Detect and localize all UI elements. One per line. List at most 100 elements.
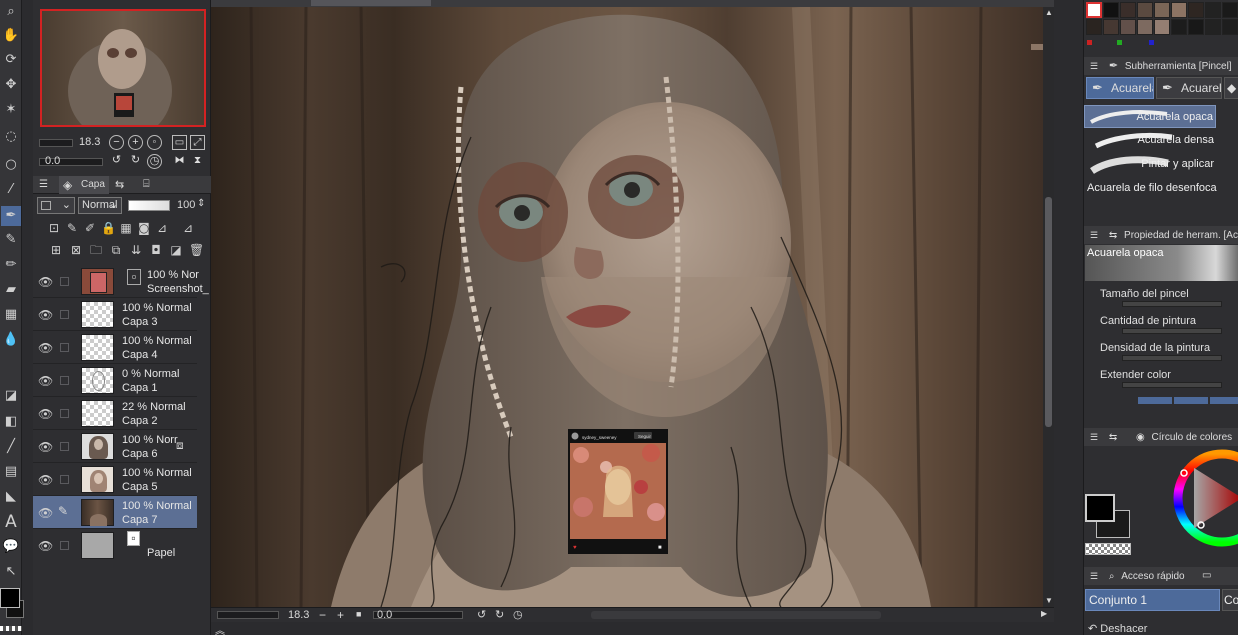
- hand-tool-icon[interactable]: ✋: [1, 26, 21, 46]
- status-zoom-out-icon[interactable]: −: [319, 608, 326, 622]
- flip-horizontal-button[interactable]: ⧓: [172, 154, 187, 169]
- decoration-tool-icon[interactable]: ▦: [1, 305, 21, 325]
- layer-row[interactable]: 👁 100 % Normal Capa 5: [33, 463, 197, 496]
- blend-mode-select[interactable]: Normal ⌄: [78, 197, 122, 214]
- main-color-box[interactable]: [1085, 494, 1115, 522]
- palette-blue-dot[interactable]: [1149, 40, 1154, 45]
- zoom-slider[interactable]: [39, 139, 73, 147]
- pen-tool-icon[interactable]: ✎: [1, 230, 21, 250]
- rotate-tool-icon[interactable]: ⟳: [1, 50, 21, 70]
- enable-mask-icon[interactable]: ◙: [137, 221, 151, 235]
- layer-select-checkbox[interactable]: [60, 277, 69, 286]
- eye-icon[interactable]: 👁: [38, 506, 53, 520]
- tool-property-tabs[interactable]: [1138, 397, 1238, 404]
- quick-access-set-1[interactable]: Conjunto 1: [1085, 589, 1220, 611]
- layer-options-icon[interactable]: ⊿: [181, 221, 195, 235]
- palette-swatch[interactable]: [1086, 19, 1102, 35]
- palette-swatch[interactable]: [1086, 2, 1102, 18]
- palette-swatch[interactable]: [1188, 2, 1204, 18]
- brush-item[interactable]: Acuarela de filo desenfoca: [1084, 177, 1234, 200]
- zoom-tool-icon[interactable]: ⌕: [1, 2, 21, 22]
- palette-swatch[interactable]: [1137, 2, 1153, 18]
- horizontal-scroll-thumb[interactable]: [591, 611, 881, 619]
- layer-row[interactable]: 👁 100 % Normal Capa 3: [33, 298, 197, 331]
- reference-layer-icon[interactable]: ✎: [65, 221, 79, 235]
- brush-tool-icon[interactable]: ✒: [1, 206, 21, 226]
- zoom-in-button[interactable]: +: [128, 135, 143, 150]
- opacity-spinner-icon[interactable]: ⇕: [197, 198, 205, 209]
- tab-acuarela-2[interactable]: ✒ Acuarela: [1156, 77, 1222, 99]
- copy-layer-icon[interactable]: ⧉: [109, 243, 123, 257]
- move-tool-icon[interactable]: ✥: [1, 75, 21, 95]
- status-reset-icon[interactable]: ◷: [513, 608, 523, 621]
- color-wheel[interactable]: [1172, 448, 1238, 548]
- correct-line-icon[interactable]: ↖: [1, 562, 21, 582]
- panel-menu-icon[interactable]: ☰: [39, 179, 48, 190]
- eye-icon[interactable]: 👁: [38, 473, 53, 487]
- status-stop-icon[interactable]: ■: [356, 609, 361, 619]
- brush-item-selected[interactable]: Acuarela opaca: [1084, 105, 1216, 128]
- paint-amount-slider[interactable]: [1122, 328, 1222, 334]
- balloon-tool-icon[interactable]: 💬: [1, 537, 21, 557]
- palette-swatch[interactable]: [1171, 2, 1187, 18]
- vertical-scroll-thumb[interactable]: [1045, 197, 1052, 427]
- navigator-preview[interactable]: [40, 9, 206, 127]
- layer-select-checkbox[interactable]: [60, 541, 69, 550]
- quick-access-set-2[interactable]: Co: [1222, 589, 1238, 611]
- rotate-right-button[interactable]: ↻: [128, 154, 143, 169]
- lock-draft-icon[interactable]: ✐: [83, 221, 97, 235]
- palette-swatch[interactable]: [1120, 2, 1136, 18]
- layer-row[interactable]: 👁 0 % Normal Capa 1: [33, 364, 197, 397]
- tab-layer[interactable]: ◈ Capa: [59, 176, 109, 194]
- drawing-canvas[interactable]: sydney_sweeney Seguir ♥ ■: [211, 7, 1043, 607]
- apply-mask-icon[interactable]: ◪: [169, 243, 183, 257]
- brush-size-slider[interactable]: [1122, 301, 1222, 307]
- create-mask-icon[interactable]: ◘: [149, 243, 163, 257]
- palette-red-dot[interactable]: [1087, 40, 1092, 45]
- reset-rotation-button[interactable]: ◷: [147, 154, 162, 169]
- palette-swatch[interactable]: [1120, 19, 1136, 35]
- brush-item[interactable]: Acuarela densa: [1084, 129, 1216, 152]
- layer-select-checkbox[interactable]: [60, 310, 69, 319]
- brush-item[interactable]: Pintar y aplicar: [1084, 153, 1216, 176]
- palette-swatch[interactable]: [1205, 2, 1221, 18]
- merge-down-icon[interactable]: ⇊: [129, 243, 143, 257]
- pencil-tool-icon[interactable]: ✏: [1, 255, 21, 275]
- gradient-tool-icon[interactable]: ◧: [1, 412, 21, 432]
- eraser-tool-icon[interactable]: ▰: [1, 280, 21, 300]
- undo-button[interactable]: ↶ Deshacer: [1088, 624, 1238, 635]
- layer-row[interactable]: 👁 ▫ 100 % Nor Screenshot_: [33, 265, 209, 298]
- paint-density-slider[interactable]: [1122, 355, 1222, 361]
- ruler-tool-icon[interactable]: ◣: [1, 487, 21, 507]
- clip-layer-icon[interactable]: ⊡: [47, 221, 61, 235]
- tab-search-icon[interactable]: ⌸: [143, 178, 150, 191]
- palette-green-dot[interactable]: [1117, 40, 1122, 45]
- tab-eraser[interactable]: ◆: [1224, 77, 1238, 99]
- tab-acuarela-1[interactable]: ✒ Acuarela: [1086, 77, 1154, 99]
- scroll-down-icon[interactable]: ▼: [1045, 596, 1053, 605]
- eye-icon[interactable]: 👁: [38, 440, 53, 454]
- blend-tool-icon[interactable]: 💧: [1, 330, 21, 350]
- layer-select-checkbox[interactable]: [60, 343, 69, 352]
- vertical-scrollbar[interactable]: ▲ ▼: [1043, 7, 1054, 607]
- ellipse-select-icon[interactable]: ○: [1, 155, 21, 175]
- layer-select-checkbox[interactable]: [60, 475, 69, 484]
- palette-swatch[interactable]: [1103, 2, 1119, 18]
- delete-layer-icon[interactable]: 🗑: [189, 243, 204, 257]
- palette-swatch[interactable]: [1103, 19, 1119, 35]
- palette-swatch[interactable]: [1205, 19, 1221, 35]
- lasso-tool-icon[interactable]: ◌: [1, 127, 21, 147]
- transparent-color-box[interactable]: [1085, 543, 1131, 555]
- palette-swatch[interactable]: [1222, 2, 1238, 18]
- layer-row[interactable]: 👁 100 % Norr Capa 6 ⧈: [33, 430, 197, 463]
- frame-tool-icon[interactable]: ▤: [1, 462, 21, 482]
- transparent-color-swatch[interactable]: [0, 626, 22, 631]
- lock-transparent-icon[interactable]: ▦: [119, 221, 133, 235]
- palette-swatch[interactable]: [1137, 19, 1153, 35]
- opacity-slider[interactable]: [128, 200, 170, 211]
- rotate-left-button[interactable]: ↺: [109, 154, 124, 169]
- eye-icon[interactable]: 👁: [38, 341, 53, 355]
- layer-row[interactable]: 👁 100 % Normal Capa 4: [33, 331, 197, 364]
- collapse-up-icon[interactable]: ︽: [215, 622, 225, 635]
- eye-icon[interactable]: 👁: [38, 275, 53, 289]
